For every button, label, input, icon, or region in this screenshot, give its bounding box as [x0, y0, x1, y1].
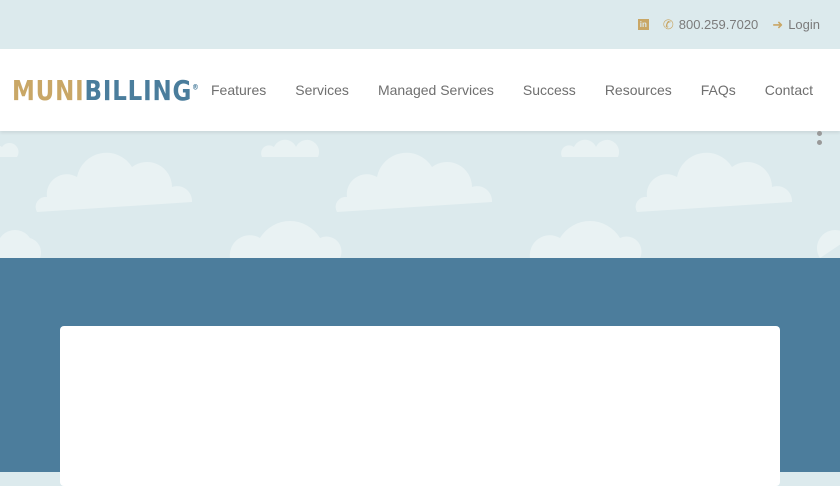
- linkedin-icon: in: [637, 19, 649, 30]
- nav-success[interactable]: Success: [523, 82, 576, 98]
- login-icon: ➜: [772, 16, 784, 32]
- content-card: [60, 326, 780, 486]
- logo-muni: MUNI: [12, 73, 85, 107]
- logo-reg: ®: [192, 82, 200, 92]
- clouds-illustration: [0, 139, 840, 258]
- login-label: Login: [788, 17, 820, 32]
- logo[interactable]: MUNIBILLING®: [12, 74, 200, 107]
- phone-icon: ✆: [662, 16, 674, 32]
- nav-managed-services[interactable]: Managed Services: [378, 82, 494, 98]
- top-bar: in ✆ 800.259.7020 ➜ Login: [0, 0, 840, 49]
- nav-contact[interactable]: Contact: [765, 82, 813, 98]
- main-nav: MUNIBILLING® Features Services Managed S…: [0, 49, 840, 131]
- more-options-icon[interactable]: [817, 131, 822, 145]
- nav-faqs[interactable]: FAQs: [701, 82, 736, 98]
- logo-billing: BILLING: [84, 73, 193, 107]
- phone-number: 800.259.7020: [678, 17, 759, 32]
- nav-services[interactable]: Services: [295, 82, 349, 98]
- nav-resources[interactable]: Resources: [605, 82, 672, 98]
- linkedin-link[interactable]: in: [637, 19, 649, 30]
- cloud-banner: [0, 131, 840, 258]
- login-link[interactable]: ➜ Login: [772, 17, 820, 33]
- phone-link[interactable]: ✆ 800.259.7020: [663, 17, 758, 33]
- nav-features[interactable]: Features: [211, 82, 266, 98]
